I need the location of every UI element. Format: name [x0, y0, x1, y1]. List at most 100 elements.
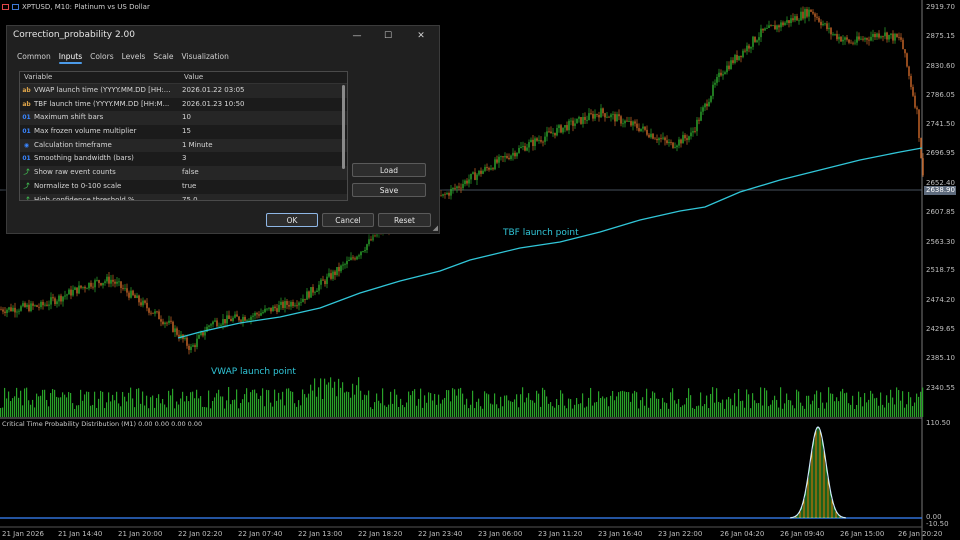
volume-bar — [100, 390, 102, 417]
volume-bar — [506, 395, 508, 417]
volume-bar — [166, 407, 168, 417]
volume-bar — [470, 404, 472, 417]
tab-colors[interactable]: Colors — [86, 51, 118, 64]
param-row[interactable]: ⤴ Show raw event counts false — [20, 166, 347, 180]
grid-scrollbar-thumb[interactable] — [342, 85, 345, 169]
param-row[interactable]: ab TBF launch time (YYYY.MM.DD [HH:M... 20… — [20, 98, 347, 112]
candle-body — [834, 34, 836, 35]
volume-bar — [874, 398, 876, 417]
param-name-cell: 01 Max frozen volume multiplier — [20, 125, 182, 139]
candle-body — [530, 139, 532, 143]
load-button[interactable]: Load — [352, 163, 426, 177]
param-value[interactable]: 75.0 — [182, 194, 347, 201]
param-row[interactable]: 01 Smoothing bandwidth (bars) 3 — [20, 152, 347, 166]
candle-body — [706, 103, 708, 107]
tab-inputs[interactable]: Inputs — [55, 51, 86, 64]
tab-visualization[interactable]: Visualization — [178, 51, 233, 64]
ok-button[interactable]: OK — [266, 213, 318, 227]
volume-bar — [326, 384, 328, 417]
maximize-button[interactable]: ☐ — [378, 28, 398, 44]
volume-bar — [816, 390, 818, 417]
param-row[interactable]: ⤴ Normalize to 0-100 scale true — [20, 180, 347, 194]
resize-grip-icon[interactable]: ◢ — [433, 224, 438, 232]
candle-body — [508, 157, 510, 160]
candle-body — [740, 55, 742, 58]
candle-body — [536, 138, 538, 141]
volume-bar — [360, 390, 362, 417]
volume-bar — [518, 407, 520, 417]
volume-bar — [206, 407, 208, 417]
candle-body — [858, 36, 860, 40]
candle-body — [278, 304, 280, 312]
volume-bar — [358, 377, 360, 417]
param-value[interactable]: 15 — [182, 125, 347, 139]
minimize-button[interactable]: — — [347, 28, 367, 44]
param-value[interactable]: 2026.01.23 10:50 — [182, 98, 347, 112]
volume-bar — [214, 397, 216, 417]
candle-body — [124, 288, 126, 290]
candle-body — [524, 146, 526, 151]
param-value[interactable]: 2026.01.22 03:05 — [182, 84, 347, 98]
tab-levels[interactable]: Levels — [118, 51, 150, 64]
param-value[interactable]: 10 — [182, 111, 347, 125]
candle-body — [694, 131, 696, 132]
volume-bar — [686, 397, 688, 417]
candle-body — [492, 168, 494, 170]
volume-bar — [684, 404, 686, 417]
volume-bar — [400, 398, 402, 417]
candle-body — [738, 55, 740, 60]
volume-bar — [582, 393, 584, 417]
volume-bar — [612, 390, 614, 417]
candle-body — [766, 28, 768, 29]
param-row[interactable]: 01 Max frozen volume multiplier 15 — [20, 125, 347, 139]
candle-body — [904, 49, 906, 54]
cancel-button[interactable]: Cancel — [322, 213, 374, 227]
volume-bar — [256, 393, 258, 417]
volume-bar — [200, 396, 202, 417]
param-value[interactable]: true — [182, 180, 347, 194]
param-value[interactable]: false — [182, 166, 347, 180]
volume-bar — [224, 408, 226, 417]
price-axis-label: 2429.65 — [926, 325, 955, 333]
candle-body — [700, 111, 702, 121]
candle-body — [440, 194, 442, 196]
param-row[interactable]: ⤴ High confidence threshold % 75.0 — [20, 193, 347, 201]
candle-body — [130, 290, 132, 298]
candle-body — [534, 138, 536, 146]
save-button[interactable]: Save — [352, 183, 426, 197]
volume-bar — [724, 408, 726, 417]
candle-body — [496, 159, 498, 163]
param-row[interactable]: 01 Maximum shift bars 10 — [20, 111, 347, 126]
param-name: Maximum shift bars — [34, 113, 104, 122]
close-button[interactable]: ✕ — [411, 28, 431, 44]
tab-common[interactable]: Common — [13, 51, 55, 64]
param-value[interactable]: 3 — [182, 152, 347, 166]
volume-bar — [128, 392, 130, 417]
candle-body — [230, 318, 232, 322]
reset-button[interactable]: Reset — [378, 213, 431, 227]
inputs-grid[interactable]: Variable Value ab VWAP launch time (YYYY.… — [19, 71, 348, 201]
candle-body — [52, 297, 54, 299]
param-row[interactable]: ab VWAP launch time (YYYY.MM.DD [HH:... 20… — [20, 84, 347, 98]
tab-scale[interactable]: Scale — [149, 51, 177, 64]
param-value[interactable]: 1 Minute — [182, 139, 347, 153]
candle-body — [680, 139, 682, 144]
candle-body — [640, 128, 642, 132]
candle-body — [576, 118, 578, 124]
candle-body — [216, 320, 218, 327]
volume-bar — [352, 383, 354, 417]
volume-bar — [500, 396, 502, 417]
volume-bar — [516, 394, 518, 417]
candle-body — [512, 152, 514, 156]
candle-body — [552, 132, 554, 134]
volume-bar — [80, 389, 82, 417]
volume-bar — [158, 394, 160, 417]
param-row[interactable]: ◉ Calculation timeframe 1 Minute — [20, 138, 347, 153]
volume-bar — [482, 408, 484, 417]
candle-body — [28, 304, 30, 311]
candle-body — [314, 292, 316, 293]
candle-body — [586, 120, 588, 121]
volume-bar — [744, 407, 746, 417]
volume-bar — [738, 389, 740, 417]
volume-bar — [298, 400, 300, 417]
